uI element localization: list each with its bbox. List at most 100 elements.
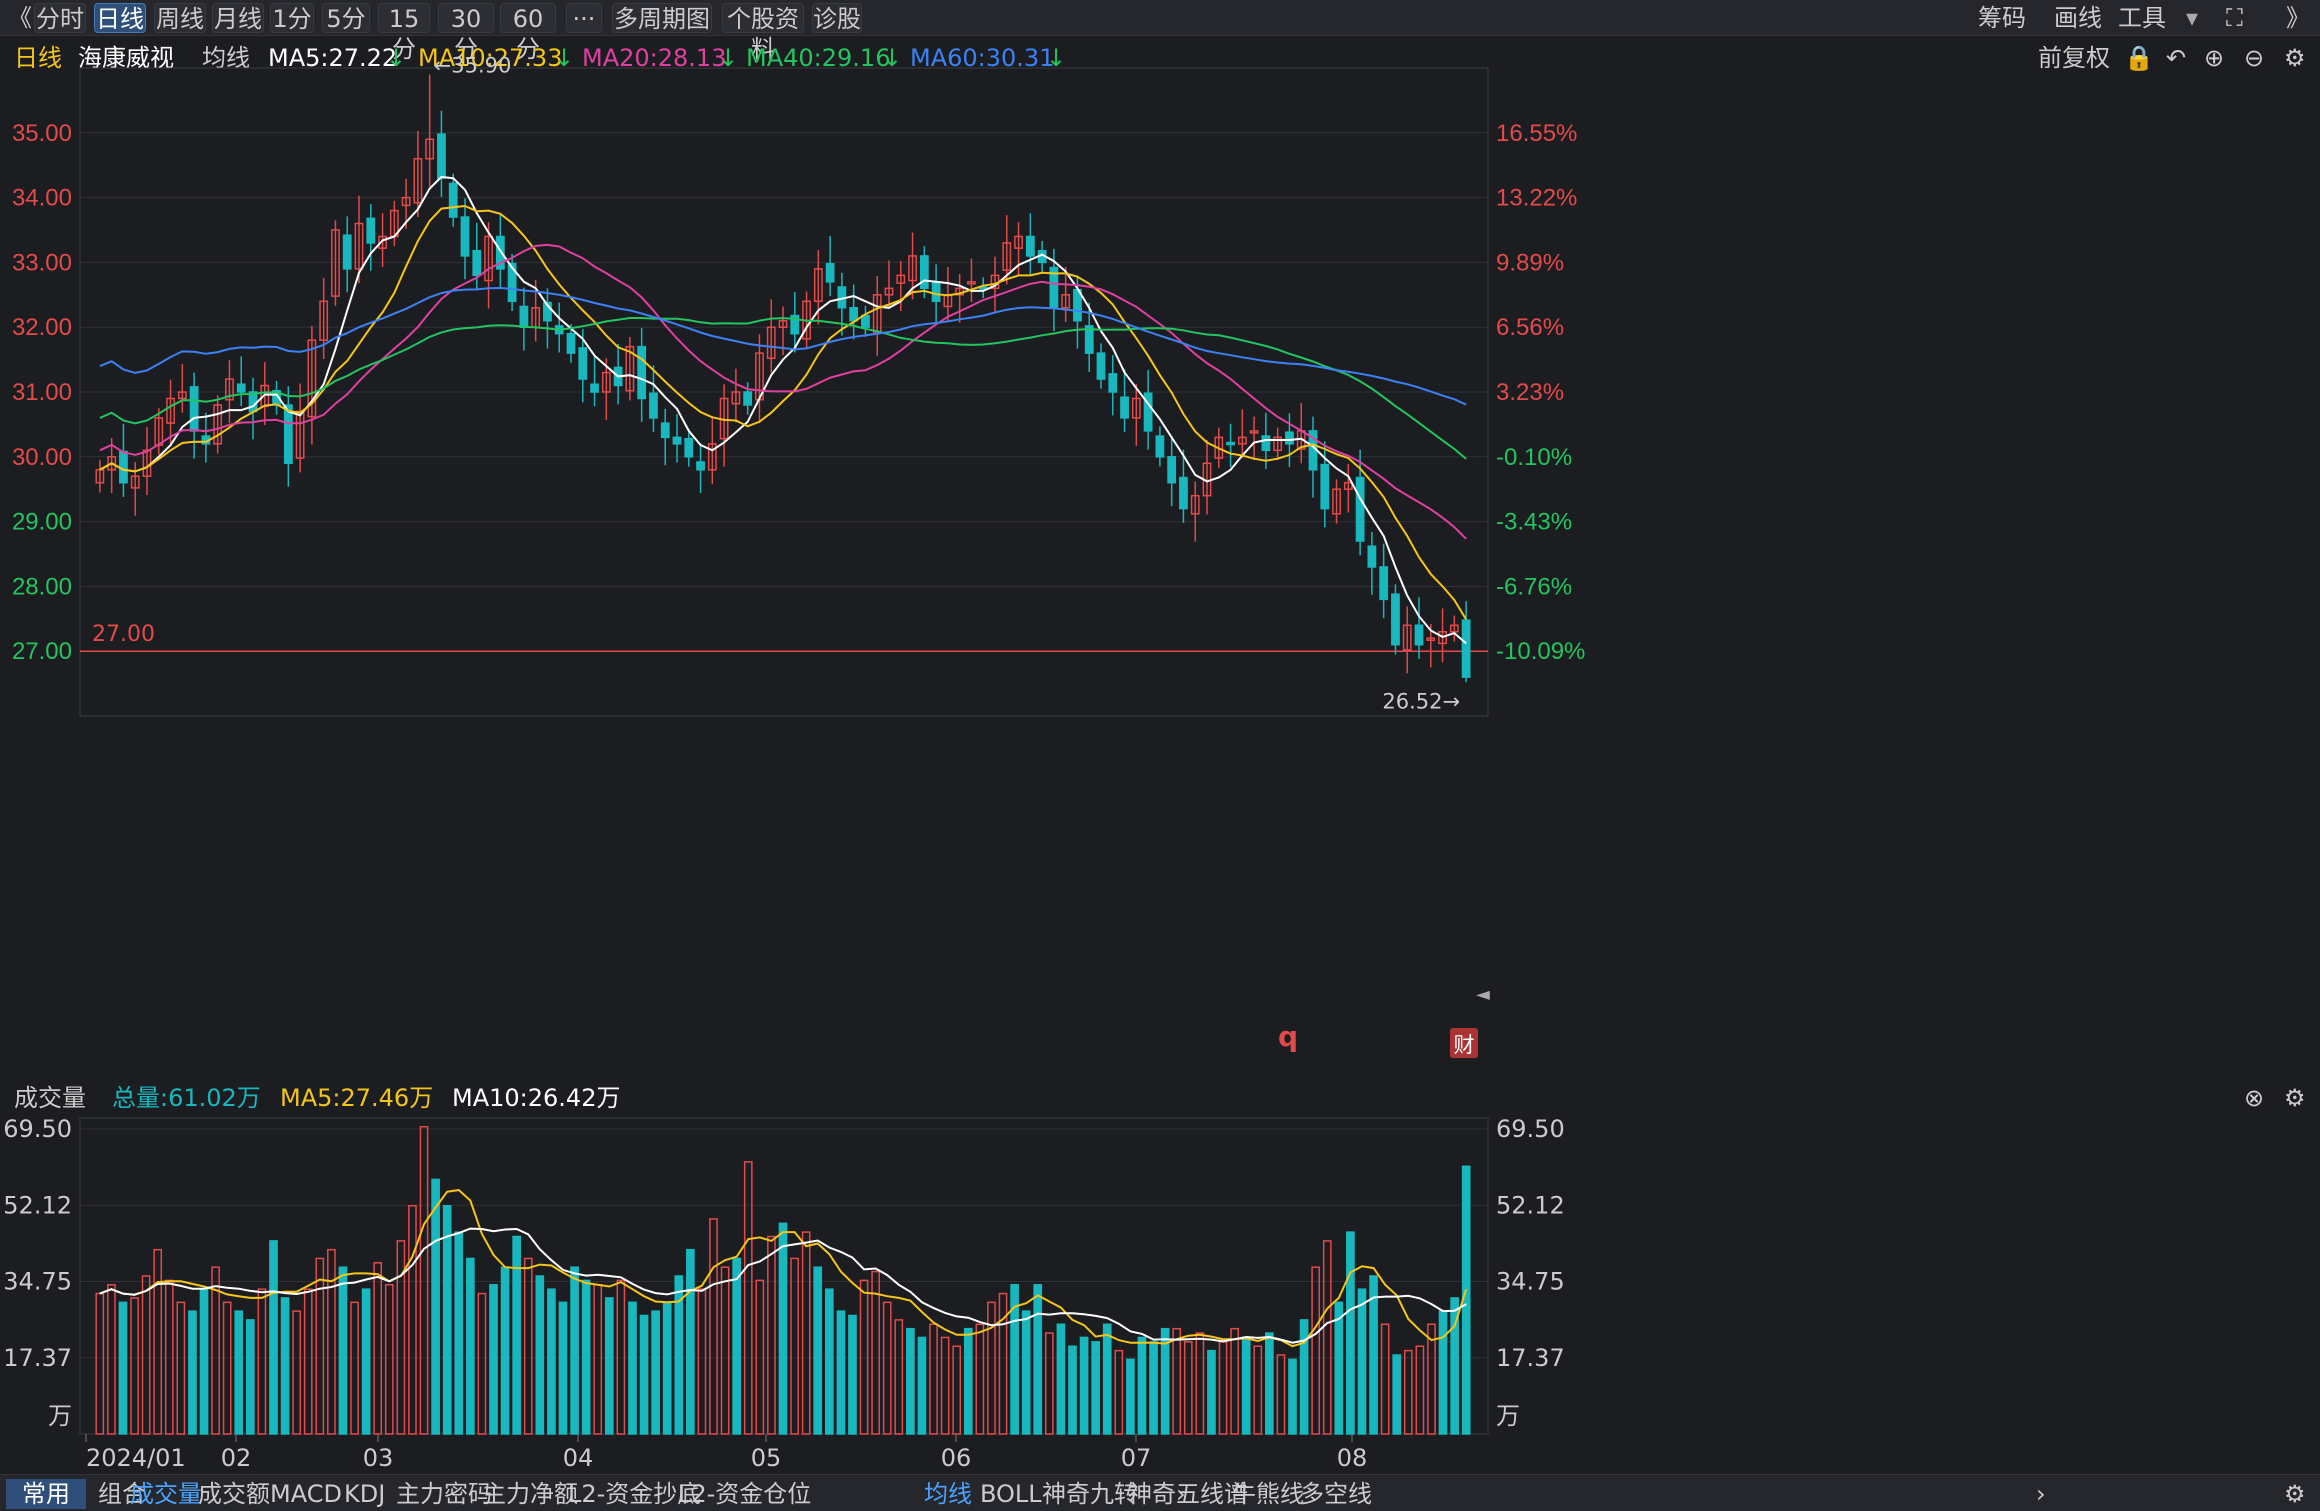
volume-bar [720,1266,730,1435]
candle-body [236,383,246,393]
volume-unit-right: 万 [1496,1402,1520,1430]
indicator-tab-0[interactable]: 成交量 [130,1479,202,1509]
volume-tick-left: 69.50 [3,1115,72,1143]
pct-tick: 9.89% [1496,249,1564,276]
volume-bar [431,1178,440,1435]
indicator-tab-1[interactable]: 成交额 [198,1479,270,1509]
volume-bar [350,1301,359,1435]
volume-bar [523,1257,533,1435]
volume-bar [141,1275,151,1435]
volume-bar [176,1301,186,1435]
volume-tick-right: 17.37 [1496,1344,1565,1372]
volume-bar [1276,1354,1286,1435]
candle-body [519,305,529,328]
candle-body [684,437,694,458]
volume-tick-left: 17.37 [3,1344,72,1372]
volume-bar [1322,1240,1332,1435]
volume-bar [442,1205,452,1435]
candle-body [566,332,576,354]
volume-bar [929,1323,938,1435]
indicator-tab-3[interactable]: KDJ [344,1479,385,1509]
bottom-settings-icon[interactable]: ⚙ [2284,1479,2306,1509]
candle-body [1320,463,1330,510]
volume-settings-icon[interactable]: ⚙ [2284,1080,2306,1116]
x-tick-label: 05 [751,1444,782,1472]
candle-body [660,422,670,439]
volume-bar [327,1248,336,1435]
volume-bar [1299,1319,1309,1435]
volume-tick-right: 69.50 [1496,1115,1565,1143]
volume-bar [1137,1336,1147,1435]
scroll-right-icon-2[interactable]: › [2036,1479,2046,1509]
volume-bar [1450,1297,1459,1435]
volume-bar [338,1266,348,1435]
reference-line-label: 27.00 [92,622,155,647]
volume-bar [512,1235,522,1435]
q-marker: q [1278,1020,1298,1053]
volume-bar [1010,1284,1019,1435]
x-tick-label: 02 [221,1444,252,1472]
volume-bar [419,1126,429,1435]
volume-bar [1311,1266,1321,1435]
indicator-tab-2[interactable]: MACD [270,1479,342,1509]
candle-body [283,404,293,465]
x-tick-label: 08 [1337,1444,1368,1472]
volume-bar [1253,1345,1263,1435]
overlay-tab-2[interactable]: 神奇九转 [1042,1479,1138,1509]
volume-total: 总量:61.02万 [112,1084,261,1112]
price-chart[interactable]: 35.00 16.55% 34.00 13.22% 33.00 9.89% 32.00 6.5… [0,0,2320,1080]
volume-bar [894,1319,904,1435]
overlay-tab-3[interactable]: 神奇五线谱 [1128,1479,1248,1509]
volume-bar [790,1257,799,1435]
volume-bar [188,1310,197,1435]
volume-ma10-line [99,1227,1467,1344]
volume-bar [570,1266,579,1435]
overlay-tab-5[interactable]: 多空线 [1300,1479,1372,1509]
pct-tick: 13.22% [1496,185,1577,212]
close-icon[interactable]: ⊗ [2244,1080,2264,1116]
volume-bar [778,1222,788,1435]
volume-bar [1230,1327,1239,1435]
volume-bar [245,1319,255,1435]
volume-bar [1288,1358,1297,1435]
candle-body [578,347,588,380]
candle-body [366,217,376,244]
volume-bar [1149,1341,1158,1435]
volume-bar [222,1301,232,1435]
candle-body [189,386,199,432]
candle-body [696,461,705,471]
overlay-tab-1[interactable]: BOLL [980,1479,1042,1509]
volume-bar [1461,1165,1471,1435]
candle-body [1261,435,1271,452]
candle-body [672,436,682,445]
indicator-tab-4[interactable]: 主力密码 [396,1479,492,1509]
candle-body [472,249,482,277]
x-tick-label: 03 [363,1444,394,1472]
volume-bar [581,1279,591,1435]
volume-tick-left: 34.75 [3,1267,72,1295]
indicator-tab-7[interactable]: L2-资金仓位 [678,1479,811,1509]
volume-bar [95,1292,105,1435]
volume-bar [1218,1341,1228,1435]
volume-bar [361,1288,371,1435]
pct-tick: 6.56% [1496,314,1564,341]
indicator-tab-5[interactable]: 主力净额 [482,1479,578,1509]
overlay-tab-4[interactable]: 牛熊线 [1232,1479,1304,1509]
pct-tick: 16.55% [1496,120,1577,147]
volume-bar [1056,1323,1066,1435]
price-tick: 28.00 [12,573,72,600]
volume-bar [315,1257,325,1435]
tab-common[interactable]: 常用 [6,1479,86,1509]
volume-bar [280,1297,290,1435]
volume-bar [1033,1284,1043,1435]
price-tick: 27.00 [12,638,72,665]
overlay-tab-0[interactable]: 均线 [924,1479,972,1509]
volume-bar [987,1301,996,1435]
volume-bar [303,1288,313,1435]
volume-bar [1091,1341,1100,1435]
volume-bar [1160,1327,1170,1435]
x-tick-label: 04 [563,1444,594,1472]
candle-body [1379,566,1389,601]
candle-body [437,133,446,179]
price-tick: 30.00 [12,444,72,471]
